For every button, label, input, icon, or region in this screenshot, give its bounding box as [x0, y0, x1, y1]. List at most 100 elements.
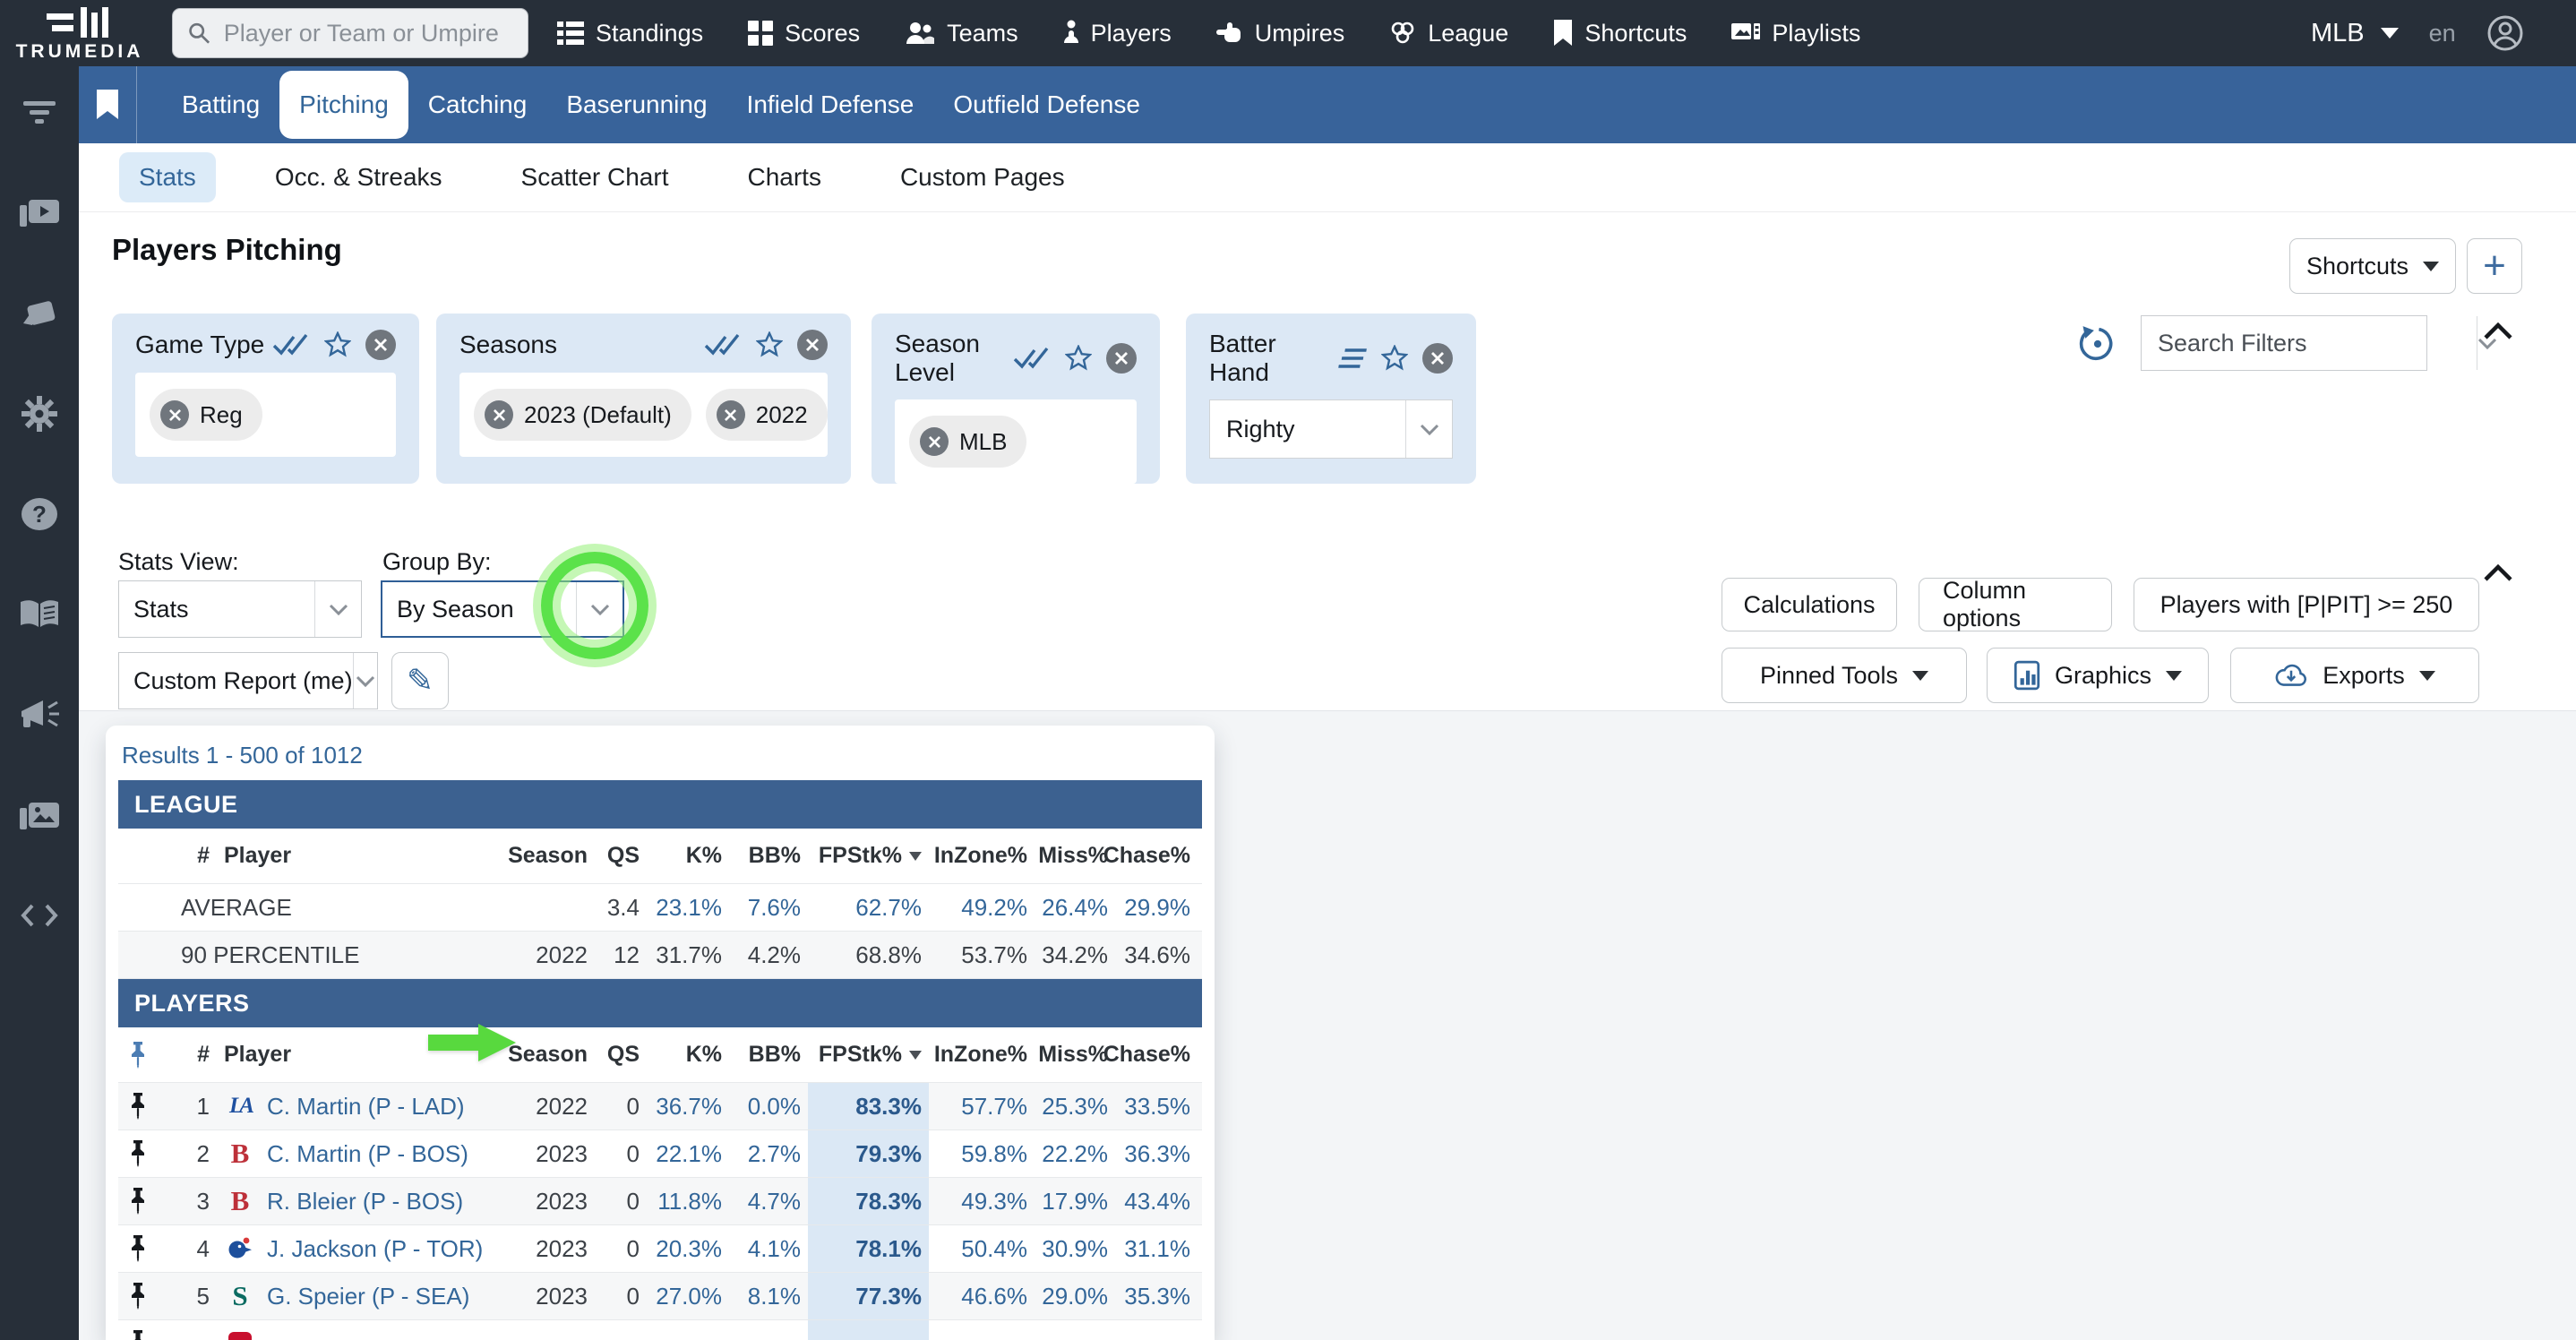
remove-chip-icon[interactable]	[160, 400, 189, 429]
col-qs[interactable]: QS	[595, 1027, 647, 1082]
remove-filter-icon[interactable]	[797, 330, 828, 360]
search-filters-input[interactable]	[2142, 329, 2477, 358]
league-selector[interactable]: MLB	[2311, 19, 2399, 48]
filter-icon[interactable]	[19, 93, 60, 133]
trumedia-logo[interactable]: TRUMEDIA	[13, 2, 147, 63]
col-fpstk[interactable]: FPStk%	[808, 829, 929, 883]
cards-icon[interactable]	[19, 294, 60, 333]
star-icon[interactable]	[756, 331, 783, 358]
gallery-icon[interactable]	[19, 795, 60, 835]
topnav-item-scores[interactable]: Scores	[748, 20, 860, 47]
col-chase[interactable]: Chase%	[1115, 1027, 1198, 1082]
pin-icon[interactable]	[118, 1178, 158, 1224]
filter-chip[interactable]: 2023 (Default)	[474, 389, 691, 441]
col-inzone[interactable]: InZone%	[929, 1027, 1035, 1082]
remove-chip-icon[interactable]	[920, 427, 949, 456]
group-by-select[interactable]: By Season	[381, 580, 624, 638]
player-link[interactable]: J. Jackson (P - TOR)	[267, 1235, 483, 1263]
double-check-icon[interactable]	[1013, 347, 1051, 370]
col-num[interactable]: #	[158, 829, 217, 883]
col-season[interactable]: Season	[521, 829, 595, 883]
pin-icon[interactable]	[118, 1273, 158, 1319]
col-fpstk[interactable]: FPStk%	[808, 1027, 929, 1082]
calculations-button[interactable]: Calculations	[1722, 578, 1897, 631]
pin-icon[interactable]	[118, 1083, 158, 1130]
help-icon[interactable]: ?	[19, 494, 60, 534]
tab-stats[interactable]: Stats	[119, 152, 216, 202]
shortcuts-button[interactable]: Shortcuts	[2289, 238, 2456, 294]
star-icon[interactable]	[324, 331, 351, 358]
tab-catching[interactable]: Catching	[408, 66, 547, 143]
filter-chip[interactable]: Reg	[150, 389, 262, 441]
tab-occ-streaks[interactable]: Occ. & Streaks	[255, 152, 462, 202]
batter-hand-select[interactable]: Righty	[1209, 399, 1453, 459]
collapse-filters-icon[interactable]	[2483, 322, 2513, 345]
qualifier-button[interactable]: Players with [P|PIT] >= 250	[2134, 578, 2479, 631]
global-search-input[interactable]	[222, 19, 513, 48]
video-playlist-icon[interactable]	[19, 193, 60, 233]
player-link[interactable]: C. Martin (P - LAD)	[267, 1093, 465, 1121]
search-filters[interactable]	[2141, 315, 2427, 371]
stats-view-select[interactable]: Stats	[118, 580, 362, 638]
filter-chip[interactable]: MLB	[909, 416, 1026, 468]
tab-scatter-chart[interactable]: Scatter Chart	[502, 152, 689, 202]
menu-lines-icon[interactable]	[1338, 348, 1369, 368]
pin-icon[interactable]	[118, 1320, 158, 1340]
star-icon[interactable]	[1065, 345, 1092, 372]
collapse-controls-icon[interactable]	[2483, 564, 2513, 587]
topnav-item-standings[interactable]: Standings	[557, 20, 703, 47]
star-icon[interactable]	[1381, 345, 1408, 372]
book-icon[interactable]	[19, 595, 60, 634]
topnav-item-players[interactable]: Players	[1063, 20, 1172, 47]
pin-icon[interactable]	[118, 1130, 158, 1177]
tab-outfield-defense[interactable]: Outfield Defense	[933, 66, 1160, 143]
graphics-button[interactable]: Graphics	[1987, 648, 2209, 703]
tab-pitching[interactable]: Pitching	[279, 71, 408, 139]
col-num[interactable]: #	[158, 1027, 217, 1082]
code-icon[interactable]	[19, 896, 60, 935]
remove-chip-icon[interactable]	[717, 400, 745, 429]
megaphone-icon[interactable]	[19, 695, 60, 734]
col-inzone[interactable]: InZone%	[929, 829, 1035, 883]
gear-icon[interactable]	[19, 394, 60, 434]
add-shortcut-button[interactable]: +	[2467, 238, 2522, 294]
remove-filter-icon[interactable]	[1422, 343, 1453, 374]
tab-batting[interactable]: Batting	[162, 66, 279, 143]
column-options-button[interactable]: Column options	[1919, 578, 2112, 631]
player-link[interactable]: G. Speier (P - SEA)	[267, 1283, 469, 1310]
topnav-item-playlists[interactable]: Playlists	[1731, 20, 1860, 47]
topnav-item-league[interactable]: League	[1389, 20, 1508, 47]
remove-filter-icon[interactable]	[365, 330, 396, 360]
col-player[interactable]: Player	[217, 1027, 521, 1082]
remove-chip-icon[interactable]	[485, 400, 513, 429]
exports-button[interactable]: Exports	[2230, 648, 2479, 703]
tab-charts[interactable]: Charts	[727, 152, 840, 202]
col-chase[interactable]: Chase%	[1115, 829, 1198, 883]
col-bb[interactable]: BB%	[729, 1027, 808, 1082]
col-k[interactable]: K%	[647, 829, 729, 883]
col-bb[interactable]: BB%	[729, 829, 808, 883]
user-avatar-icon[interactable]	[2486, 14, 2524, 52]
col-k[interactable]: K%	[647, 1027, 729, 1082]
player-link[interactable]: R. Bleier (P - BOS)	[267, 1188, 463, 1215]
tab-baserunning[interactable]: Baserunning	[546, 66, 726, 143]
player-link[interactable]: C. Martin (P - BOS)	[267, 1140, 468, 1168]
language-label[interactable]: en	[2429, 20, 2456, 47]
report-select[interactable]: Custom Report (me)	[118, 652, 378, 709]
remove-filter-icon[interactable]	[1106, 343, 1137, 374]
double-check-icon[interactable]	[704, 333, 742, 356]
tab-custom-pages[interactable]: Custom Pages	[880, 152, 1085, 202]
edit-report-button[interactable]: ✎	[391, 652, 449, 709]
topnav-item-shortcuts[interactable]: Shortcuts	[1553, 20, 1687, 47]
topnav-item-teams[interactable]: Teams	[905, 20, 1018, 47]
pin-icon[interactable]	[118, 1225, 158, 1272]
history-icon[interactable]	[2078, 324, 2117, 368]
col-season[interactable]: Season	[521, 1027, 595, 1082]
topnav-item-umpires[interactable]: Umpires	[1216, 20, 1345, 47]
col-player[interactable]: Player	[217, 829, 521, 883]
pin-all-icon[interactable]	[118, 1027, 158, 1082]
pinned-tools-button[interactable]: Pinned Tools	[1722, 648, 1967, 703]
tab-infield-defense[interactable]: Infield Defense	[727, 66, 934, 143]
double-check-icon[interactable]	[272, 333, 310, 356]
bookmark-icon[interactable]	[79, 90, 136, 120]
